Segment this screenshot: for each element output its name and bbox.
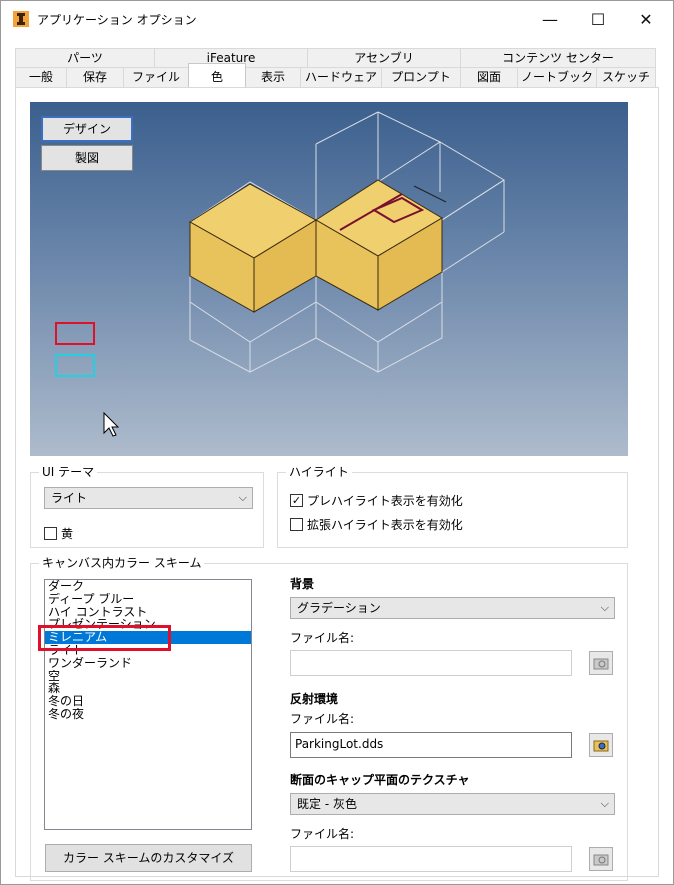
background-file-field[interactable] (290, 650, 572, 676)
tab-hardware[interactable]: ハードウェア (300, 67, 382, 87)
section-cap-value: 既定 - 灰色 (297, 797, 357, 811)
browse-folder-icon (593, 658, 609, 670)
design-button[interactable]: デザイン (41, 116, 133, 142)
enhanced-highlight-checkbox[interactable] (290, 518, 303, 531)
ui-theme-select[interactable]: ライト ⌵ (44, 487, 253, 509)
prehighlight-checkbox-row[interactable]: ✓ プレハイライト表示を有効化 (290, 492, 463, 509)
inventor-app-icon (13, 11, 29, 27)
tab-prompt[interactable]: プロンプト (381, 67, 461, 87)
amber-checkbox[interactable] (44, 527, 57, 540)
selection-color-swatch (55, 322, 95, 345)
list-item[interactable]: 冬の夜 (45, 708, 251, 721)
tab-display[interactable]: 表示 (245, 67, 301, 87)
section-cap-file-field[interactable] (290, 846, 572, 872)
list-item[interactable]: 空 (45, 670, 251, 683)
maximize-icon: ☐ (590, 9, 606, 29)
background-label: 背景 (290, 577, 315, 591)
browse-folder-icon (593, 854, 609, 866)
enhanced-highlight-label: 拡張ハイライト表示を有効化 (307, 518, 463, 532)
highlight-group-title: ハイライト (286, 465, 352, 479)
color-preview-canvas: デザイン 製図 (30, 102, 628, 456)
tab-drawing[interactable]: 図面 (460, 67, 518, 87)
list-item[interactable]: ディープ ブルー (45, 593, 251, 606)
background-file-label: ファイル名: (290, 631, 355, 645)
section-cap-label: 断面のキャップ平面のテクスチャ (290, 773, 470, 787)
maximize-button[interactable]: ☐ (575, 1, 621, 37)
reflection-label: 反射環境 (290, 692, 339, 706)
highlight-group: ハイライト (277, 465, 628, 548)
ui-theme-group-title: UI テーマ (39, 465, 98, 479)
ui-theme-value: ライト (51, 491, 88, 505)
prehighlight-label: プレハイライト表示を有効化 (307, 494, 463, 508)
drawing-button[interactable]: 製図 (41, 145, 133, 171)
section-cap-select[interactable]: 既定 - 灰色 ⌵ (290, 793, 615, 815)
reflection-file-label: ファイル名: (290, 712, 355, 726)
background-value: グラデーション (297, 601, 381, 615)
tab-colors[interactable]: 色 (188, 63, 246, 87)
list-item[interactable]: ダーク (45, 580, 251, 593)
application-options-dialog: アプリケーション オプション — ☐ ✕ パーツ iFeature アセンブリ … (0, 0, 674, 885)
section-cap-browse-button[interactable] (589, 847, 613, 871)
reflection-browse-button[interactable] (589, 733, 613, 757)
prehighlight-color-swatch (55, 354, 95, 377)
list-item[interactable]: ワンダーランド (45, 657, 251, 670)
tab-sketch[interactable]: スケッチ (596, 67, 656, 87)
tab-notebook[interactable]: ノートブック (517, 67, 597, 87)
tab-row-upper: パーツ iFeature アセンブリ コンテンツ センター (15, 48, 656, 68)
amber-checkbox-row[interactable]: 黄 (44, 525, 73, 542)
prehighlight-checkbox[interactable]: ✓ (290, 494, 303, 507)
close-icon: ✕ (639, 9, 653, 29)
chevron-down-icon: ⌵ (600, 601, 609, 614)
enhanced-highlight-checkbox-row[interactable]: 拡張ハイライト表示を有効化 (290, 516, 463, 533)
tab-parts[interactable]: パーツ (15, 48, 155, 68)
dimension-line (413, 185, 447, 203)
list-item[interactable]: 森 (45, 682, 251, 695)
background-browse-button[interactable] (589, 651, 613, 675)
tab-save[interactable]: 保存 (66, 67, 124, 87)
section-cap-file-label: ファイル名: (290, 827, 355, 841)
minimize-button[interactable]: — (527, 1, 573, 37)
minimize-icon: — (542, 9, 558, 29)
tab-general[interactable]: 一般 (15, 67, 67, 87)
tab-row-lower: 一般 保存 ファイル 色 表示 ハードウェア プロンプト 図面 ノートブック ス… (15, 63, 656, 87)
color-scheme-list[interactable]: ダーク ディープ ブルー ハイ コントラスト プレゼンテーション ミレニアム ラ… (44, 579, 252, 830)
color-scheme-group-title: キャンバス内カラー スキーム (39, 556, 205, 570)
list-item[interactable]: ハイ コントラスト (45, 606, 251, 619)
mouse-cursor-icon (103, 411, 120, 437)
tab-assembly[interactable]: アセンブリ (307, 48, 461, 68)
chevron-down-icon: ⌵ (600, 797, 609, 810)
customize-color-scheme-button[interactable]: カラー スキームのカスタマイズ (45, 844, 252, 872)
browse-folder-icon (593, 740, 609, 752)
annotation-highlight-box (38, 625, 171, 651)
close-button[interactable]: ✕ (623, 1, 669, 37)
tab-content-center[interactable]: コンテンツ センター (460, 48, 656, 68)
chevron-down-icon: ⌵ (238, 491, 247, 504)
window-title: アプリケーション オプション (37, 13, 197, 27)
reflection-file-field[interactable]: ParkingLot.dds (290, 732, 572, 758)
list-item[interactable]: 冬の日 (45, 695, 251, 708)
tab-file[interactable]: ファイル (123, 67, 189, 87)
amber-label: 黄 (61, 527, 74, 541)
title-bar: アプリケーション オプション — ☐ ✕ (1, 1, 673, 37)
background-select[interactable]: グラデーション ⌵ (290, 597, 615, 619)
